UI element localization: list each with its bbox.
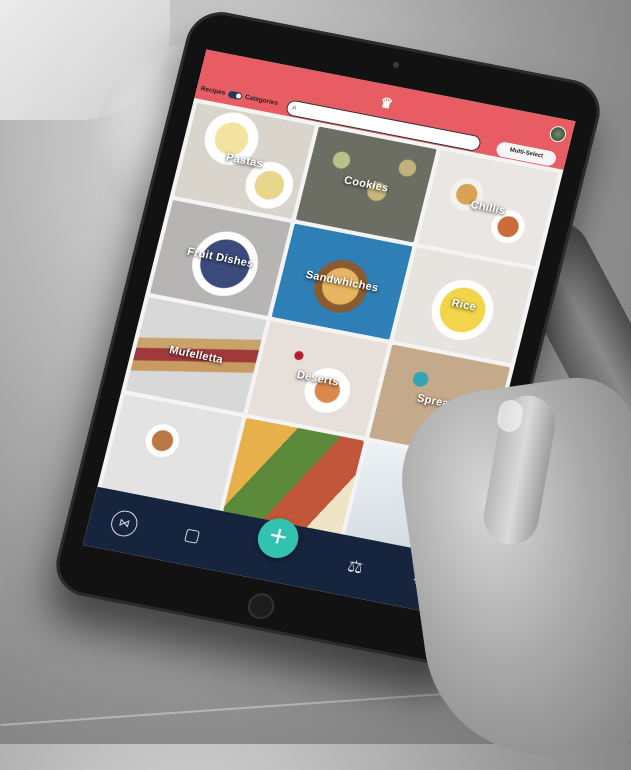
category-tile-sandwhiches[interactable]: Sandwhiches [271, 223, 413, 340]
recipe-book-icon[interactable]: ▢ [178, 522, 207, 550]
category-tile-mufelletta[interactable]: Mufelletta [125, 297, 267, 414]
category-tile-deserts[interactable]: Deserts [247, 320, 389, 437]
category-label: Fruit Dishes [185, 245, 255, 271]
category-label: Mufelletta [167, 344, 225, 367]
chef-logo-icon: ♛ [378, 93, 395, 112]
category-tile-cookies[interactable]: Cookies [295, 126, 437, 243]
toggle-categories-label[interactable]: Categories [244, 94, 279, 107]
category-tile-rice[interactable]: Rice [393, 247, 535, 364]
scale-icon[interactable]: ⚖ [341, 553, 370, 581]
category-tile-chillis[interactable]: Chillis [417, 150, 559, 267]
category-label [113, 441, 231, 464]
front-camera [392, 61, 400, 69]
toggle-recipes-label[interactable]: Recipes [200, 85, 226, 97]
category-label: Pastas [224, 151, 265, 171]
category-label: Deserts [295, 368, 341, 389]
category-label: Rice [450, 297, 478, 314]
category-label [235, 465, 353, 488]
recipes-grid-icon[interactable]: ⋈ [108, 508, 141, 539]
view-toggle-switch[interactable] [227, 90, 243, 101]
home-button[interactable] [245, 591, 278, 622]
category-label: Chillis [469, 198, 507, 218]
add-icon: + [265, 518, 292, 555]
category-tile-fruit-dishes[interactable]: Fruit Dishes [149, 199, 291, 317]
category-label: Sandwhiches [304, 268, 380, 295]
category-tile-pastas[interactable]: Pastas [174, 102, 316, 219]
search-icon: ⌕ [290, 102, 299, 113]
avatar[interactable] [548, 124, 568, 144]
category-label: Cookies [342, 174, 390, 195]
